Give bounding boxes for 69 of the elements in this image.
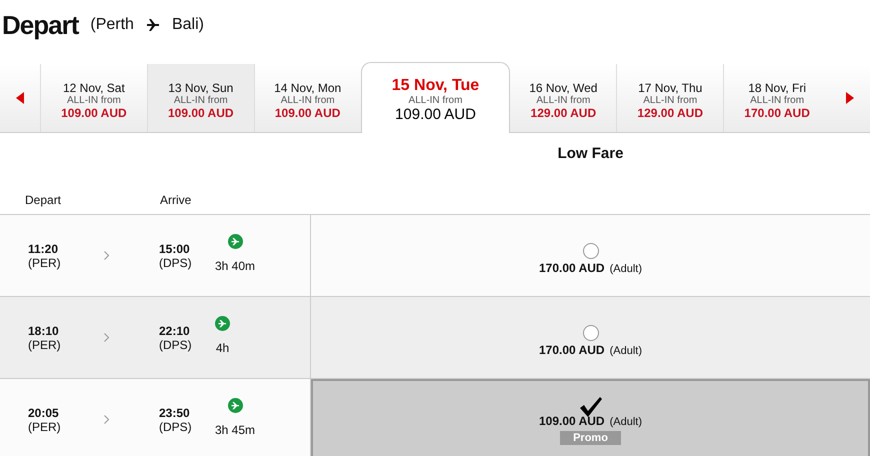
tab-date: 18 Nov, Fri <box>748 80 806 94</box>
passenger-type: (Adult) <box>610 344 642 356</box>
airport-code: (PER) <box>28 338 62 352</box>
date-tab[interactable]: 13 Nov, Sun ALL-IN from 109.00 AUD <box>146 64 254 132</box>
tab-price: 170.00 AUD <box>744 106 810 120</box>
airplane-circle-icon <box>215 316 230 331</box>
tab-price: 109.00 AUD <box>61 106 127 120</box>
date-tab[interactable]: 15 Nov, Tue ALL-IN from 109.00 AUD <box>360 62 510 133</box>
departure-time: 11:20 <box>28 242 60 256</box>
arrival-time: 15:00 <box>159 242 191 256</box>
flight-duration: 3h 45m <box>215 423 256 437</box>
tab-caption: ALL-IN from <box>536 94 590 106</box>
tab-caption: ALL-IN from <box>66 94 121 106</box>
tab-caption: ALL-IN from <box>280 94 335 106</box>
tab-price: 109.00 AUD <box>274 106 340 120</box>
airplane-circle-icon <box>228 234 243 249</box>
page-title: Depart <box>2 10 78 40</box>
date-tab[interactable]: 16 Nov, Wed ALL-IN from 129.00 AUD <box>510 64 616 132</box>
flight-duration: 3h 40m <box>215 259 256 273</box>
checkmark-icon <box>578 396 602 418</box>
arrival-time: 23:50 <box>159 406 191 420</box>
tab-date: 12 Nov, Sat <box>62 80 125 94</box>
tab-date: 15 Nov, Tue <box>392 77 480 95</box>
fare-price: 170.00 AUD <box>539 342 605 356</box>
left-arrow-icon <box>16 92 24 104</box>
tab-price: 109.00 AUD <box>168 106 234 120</box>
column-header: Depart <box>25 193 62 207</box>
tab-date: 16 Nov, Wed <box>529 80 598 94</box>
chevron-icon <box>104 333 109 342</box>
tab-caption: ALL-IN from <box>643 94 698 106</box>
departure-time: 18:10 <box>28 324 60 338</box>
chevron-icon <box>104 415 109 424</box>
airport-code: (DPS) <box>159 338 193 352</box>
tab-price: 109.00 AUD <box>395 106 476 123</box>
airport-code: (PER) <box>28 420 62 434</box>
tab-caption: ALL-IN from <box>408 95 462 106</box>
airport-code: (PER) <box>28 256 62 270</box>
flight-duration: 4h <box>216 341 230 355</box>
passenger-type: (Adult) <box>610 416 642 428</box>
column-header: Arrive <box>160 193 192 207</box>
tab-price: 129.00 AUD <box>530 106 596 120</box>
tab-date: 14 Nov, Mon <box>274 80 342 94</box>
promo-badge: Promo <box>560 431 621 445</box>
fare-heading: Low Fare <box>558 145 624 164</box>
tab-caption: ALL-IN from <box>174 94 228 106</box>
airport-code: (DPS) <box>159 420 193 434</box>
passenger-type: (Adult) <box>610 262 642 274</box>
airport-code: (DPS) <box>159 256 193 270</box>
fare-price: 170.00 AUD <box>539 260 605 274</box>
fare-option[interactable]: 109.00 AUD (Adult) Promo <box>311 379 870 456</box>
tab-caption: ALL-IN from <box>750 94 804 106</box>
tab-date: 13 Nov, Sun <box>168 80 234 94</box>
radio-button[interactable] <box>582 324 598 340</box>
route-destination: Bali) <box>172 16 204 34</box>
tab-date: 17 Nov, Thu <box>638 80 702 94</box>
chevron-icon <box>104 251 109 260</box>
radio-button[interactable] <box>582 242 598 258</box>
fare-option[interactable]: 170.00 AUD (Adult) <box>311 297 870 378</box>
right-arrow-icon <box>846 92 854 104</box>
airplane-circle-icon <box>228 398 243 413</box>
date-tab[interactable]: 17 Nov, Thu ALL-IN from 129.00 AUD <box>616 64 724 132</box>
arrival-time: 22:10 <box>159 324 191 338</box>
tab-price: 129.00 AUD <box>637 106 704 120</box>
departure-time: 20:05 <box>28 406 60 420</box>
airplane-icon <box>146 18 160 32</box>
date-tab[interactable]: 18 Nov, Fri ALL-IN from 170.00 AUD <box>723 64 830 132</box>
route-origin: (Perth <box>90 16 134 34</box>
fare-option[interactable]: 170.00 AUD (Adult) <box>311 215 870 296</box>
fare-price: 109.00 AUD <box>539 414 605 428</box>
